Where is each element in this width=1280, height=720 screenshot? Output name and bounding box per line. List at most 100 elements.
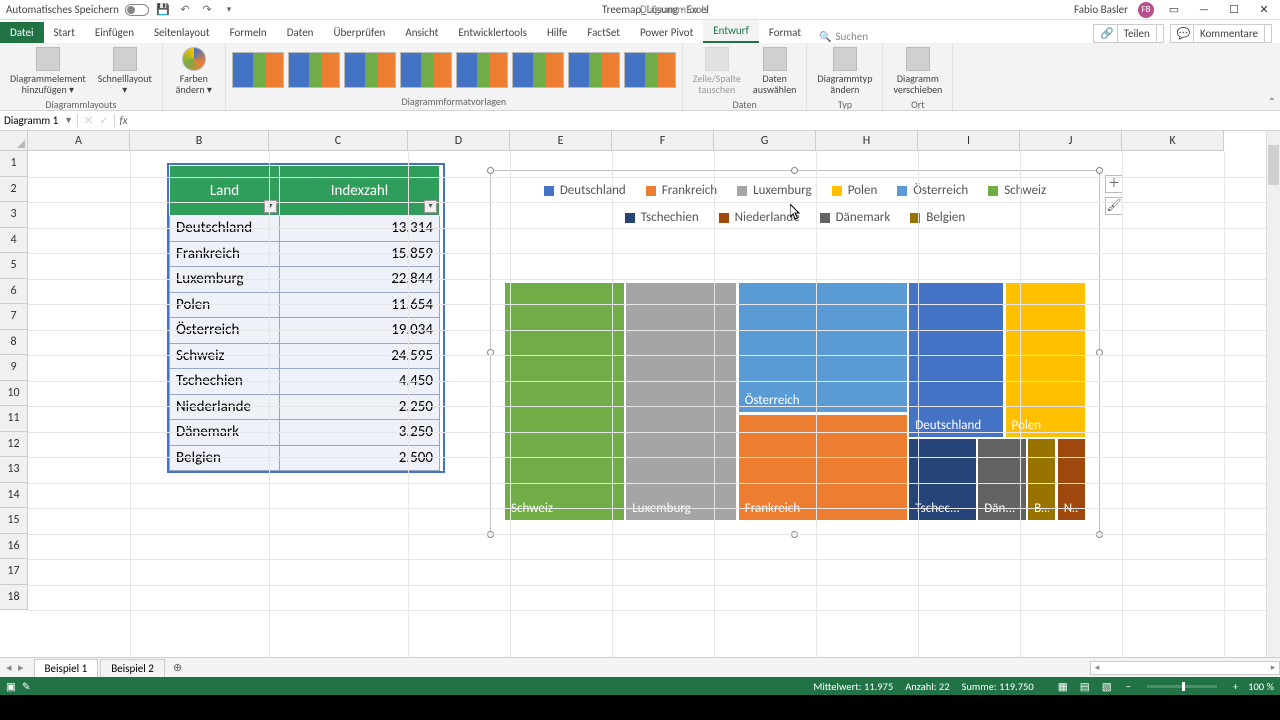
legend-item[interactable]: Österreich	[897, 183, 968, 198]
tab-file[interactable]: Datei	[0, 22, 44, 43]
legend-item[interactable]: Deutschland	[544, 183, 626, 198]
fx-icon[interactable]: fx	[115, 114, 131, 127]
tab-factset[interactable]: FactSet	[577, 22, 630, 43]
minimize-icon[interactable]: —	[1194, 3, 1214, 16]
column-header[interactable]: A	[28, 131, 130, 151]
legend-item[interactable]: Luxemburg	[737, 183, 812, 198]
column-header[interactable]: B	[130, 131, 269, 151]
treemap-cell[interactable]: Deutschland	[909, 283, 1003, 437]
treemap-plot-area[interactable]: SchweizLuxemburgÖsterreichFrankreichDeut…	[505, 283, 1085, 520]
add-chart-element-button[interactable]: Diagrammelement hinzufügen ▾	[6, 45, 90, 97]
column-header[interactable]: K	[1122, 131, 1224, 151]
row-header[interactable]: 8	[0, 330, 28, 356]
accessibility-icon[interactable]: ✎	[22, 680, 31, 693]
view-page-layout-icon[interactable]: ▤	[1076, 680, 1094, 693]
chart-style-thumb[interactable]	[400, 52, 452, 88]
treemap-cell[interactable]: Luxemburg	[626, 283, 736, 520]
save-icon[interactable]: 💾	[155, 2, 171, 18]
legend-item[interactable]: Niederlande	[719, 210, 800, 225]
tab-ansicht[interactable]: Ansicht	[395, 22, 448, 43]
sheet-nav[interactable]: ◂ ▸	[0, 661, 32, 674]
maximize-icon[interactable]: ☐	[1224, 3, 1244, 16]
user-avatar[interactable]: FB	[1138, 2, 1154, 18]
column-header[interactable]: I	[918, 131, 1020, 151]
zoom-slider[interactable]	[1147, 685, 1217, 688]
qat-more-icon[interactable]: ▾	[221, 2, 237, 18]
row-header[interactable]: 3	[0, 202, 28, 228]
tab-formeln[interactable]: Formeln	[220, 22, 277, 43]
legend-item[interactable]: Polen	[832, 183, 878, 198]
tab-hilfe[interactable]: Hilfe	[537, 22, 577, 43]
switch-row-col-button[interactable]: Zeile/Spalte tauschen	[689, 45, 745, 97]
sheet-tab-active[interactable]: Beispiel 1	[34, 659, 99, 677]
data-table[interactable]: Land▾Indexzahl▾Deutschland13.314Frankrei…	[167, 163, 445, 473]
chart-style-thumb[interactable]	[512, 52, 564, 88]
quick-layout-button[interactable]: Schnelllayout ▾	[94, 45, 156, 97]
chart-style-thumb[interactable]	[624, 52, 676, 88]
legend-item[interactable]: Dänemark	[820, 210, 891, 225]
move-chart-button[interactable]: Diagramm verschieben	[889, 45, 946, 97]
tab-start[interactable]: Start	[44, 22, 85, 43]
column-header[interactable]: J	[1020, 131, 1122, 151]
chart-style-thumb[interactable]	[232, 52, 284, 88]
column-header[interactable]: H	[816, 131, 918, 151]
row-header[interactable]: 2	[0, 177, 28, 203]
worksheet-grid[interactable]: ABCDEFGHIJK 123456789101112131415161718 …	[0, 131, 1280, 657]
row-header[interactable]: 13	[0, 457, 28, 483]
collapse-ribbon-icon[interactable]: ⌃	[1268, 95, 1276, 108]
tab-entwurf[interactable]: Entwurf	[703, 20, 759, 43]
vertical-scrollbar[interactable]	[1266, 131, 1280, 657]
tab-seitenlayout[interactable]: Seitenlayout	[144, 22, 220, 43]
view-normal-icon[interactable]: ▦	[1054, 680, 1072, 693]
zoom-level[interactable]: 100 %	[1248, 680, 1274, 693]
row-header[interactable]: 14	[0, 483, 28, 509]
row-header[interactable]: 1	[0, 151, 28, 177]
row-header[interactable]: 4	[0, 228, 28, 254]
tab-entwicklertools[interactable]: Entwicklertools	[448, 22, 537, 43]
chart-style-thumb[interactable]	[456, 52, 508, 88]
chart-styles-button[interactable]: 🖌	[1105, 197, 1123, 215]
row-header[interactable]: 17	[0, 559, 28, 585]
row-header[interactable]: 6	[0, 279, 28, 305]
redo-icon[interactable]: ↷	[199, 2, 215, 18]
undo-icon[interactable]: ↶	[177, 2, 193, 18]
ribbon-mode-icon[interactable]: ▭	[1164, 3, 1184, 16]
treemap-cell[interactable]: Frankreich	[739, 415, 907, 520]
row-header[interactable]: 15	[0, 508, 28, 534]
select-data-button[interactable]: Daten auswählen	[749, 45, 801, 97]
close-icon[interactable]: ✕	[1254, 3, 1274, 16]
name-box[interactable]: Diagramm 1▼	[0, 114, 78, 127]
tab-powerpivot[interactable]: Power Pivot	[630, 22, 703, 43]
treemap-cell[interactable]: Österreich	[739, 283, 907, 412]
change-colors-button[interactable]: Farben ändern ▾	[169, 45, 219, 97]
chart-style-thumb[interactable]	[344, 52, 396, 88]
column-header[interactable]: G	[714, 131, 816, 151]
legend-item[interactable]: Tschechien	[625, 210, 699, 225]
table-header[interactable]: Indexzahl▾	[280, 166, 440, 216]
row-header[interactable]: 9	[0, 355, 28, 381]
sheet-tab[interactable]: Beispiel 2	[100, 659, 165, 677]
tab-ueberpruefen[interactable]: Überprüfen	[323, 22, 395, 43]
row-header[interactable]: 5	[0, 253, 28, 279]
row-header[interactable]: 18	[0, 585, 28, 611]
table-header[interactable]: Land▾	[170, 166, 280, 216]
treemap-cell[interactable]: Polen	[1006, 283, 1085, 437]
chart-style-thumb[interactable]	[568, 52, 620, 88]
chart-elements-button[interactable]: ＋	[1105, 175, 1123, 193]
view-page-break-icon[interactable]: ▧	[1098, 680, 1116, 693]
row-header[interactable]: 11	[0, 406, 28, 432]
chart-style-thumb[interactable]	[288, 52, 340, 88]
comments-button[interactable]: 💬 Kommentare	[1170, 24, 1272, 43]
legend-item[interactable]: Schweiz	[988, 183, 1046, 198]
row-header[interactable]: 10	[0, 381, 28, 407]
select-all-corner[interactable]	[0, 131, 28, 151]
zoom-out-icon[interactable]: −	[1126, 680, 1131, 693]
autosave-toggle[interactable]	[125, 4, 149, 16]
macro-record-icon[interactable]: ▣	[6, 680, 16, 693]
row-header[interactable]: 12	[0, 432, 28, 458]
treemap-chart[interactable]: ＋ 🖌 DeutschlandFrankreichLuxemburgPolenÖ…	[490, 170, 1100, 535]
tab-einfuegen[interactable]: Einfügen	[85, 22, 144, 43]
tab-format[interactable]: Format	[759, 22, 811, 43]
horizontal-scrollbar[interactable]: ◂▸	[1090, 661, 1280, 675]
column-header[interactable]: C	[269, 131, 408, 151]
